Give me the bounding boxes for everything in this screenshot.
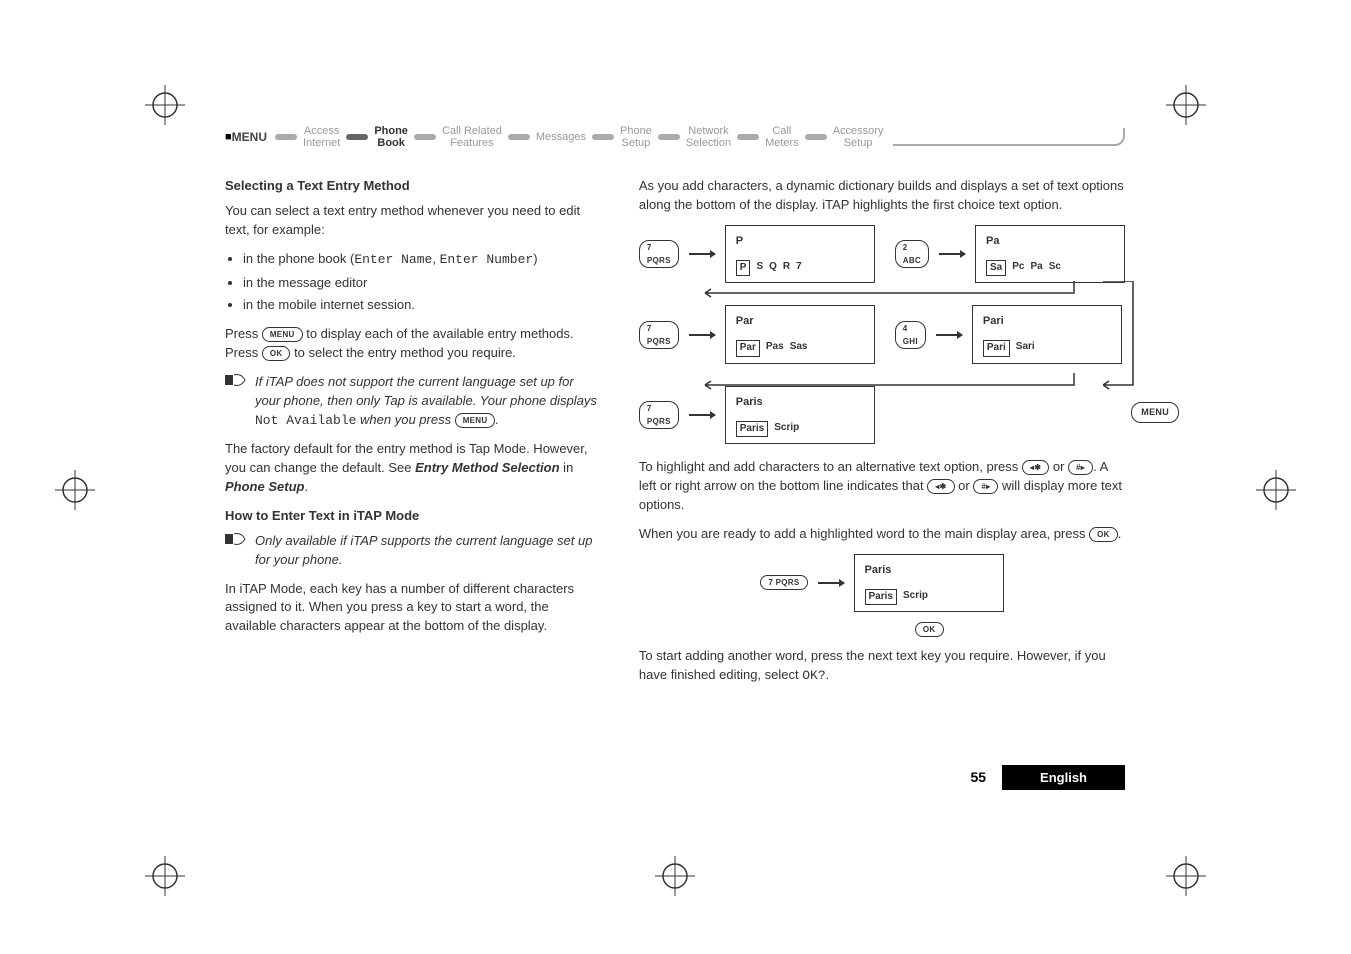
crop-mark: [655, 856, 695, 896]
dictionary-text: As you add characters, a dynamic diction…: [639, 177, 1125, 215]
key-7-icon: 7 PQRS: [639, 240, 679, 268]
nav-accessory-setup: AccessorySetup: [827, 125, 890, 149]
key-4-icon: 4 GHI: [895, 321, 926, 349]
heading-itap: How to Enter Text in iTAP Mode: [225, 507, 599, 526]
nav-connector: [737, 134, 759, 140]
press-instruction: Press MENU to display each of the availa…: [225, 325, 599, 363]
ok-key-icon: OK: [262, 346, 291, 361]
nav-network-selection: NetworkSelection: [680, 125, 737, 149]
menu-feedback-arrow-icon: [1103, 281, 1143, 391]
single-diagram: 7 PQRS Paris ParisScrip OK: [639, 554, 1125, 637]
nav-call-related: Call RelatedFeatures: [436, 125, 508, 149]
ok-key-icon: OK: [915, 622, 944, 637]
page-number: 55: [970, 769, 986, 785]
arrow-icon: [939, 253, 965, 255]
note-itap-language: If iTAP does not support the current lan…: [225, 373, 599, 431]
crop-mark: [55, 470, 95, 510]
nav-connector: [592, 134, 614, 140]
star-key-icon: ◂✱: [1022, 460, 1049, 475]
menu-label: MENU: [232, 130, 267, 144]
crop-mark: [145, 856, 185, 896]
left-column: Selecting a Text Entry Method You can se…: [225, 177, 599, 696]
nav-messages: Messages: [530, 131, 592, 143]
nav-tail: [893, 128, 1125, 146]
language-label: English: [1002, 765, 1125, 790]
note-itap-available: Only available if iTAP supports the curr…: [225, 532, 599, 570]
page-content: ■ MENU AccessInternet PhoneBook Call Rel…: [225, 125, 1125, 696]
feedback-arrow-icon: [699, 281, 1079, 305]
heading-selecting: Selecting a Text Entry Method: [225, 177, 599, 196]
breadcrumb-nav: ■ MENU AccessInternet PhoneBook Call Rel…: [225, 125, 1125, 149]
note-icon: [225, 373, 247, 431]
menu-key-icon: MENU: [262, 327, 303, 342]
arrow-icon: [818, 582, 844, 584]
crop-mark: [145, 85, 185, 125]
screen-paris: Paris ParisScrip: [725, 386, 875, 444]
nav-connector: [275, 134, 297, 140]
nav-access-internet: AccessInternet: [297, 125, 346, 149]
page-footer: 55 English: [970, 765, 1125, 790]
example-list: in the phone book (Enter Name, Enter Num…: [225, 250, 599, 316]
arrow-icon: [689, 334, 715, 336]
hash-key-icon: #▸: [1068, 460, 1093, 475]
screen-pari: Pari PariSari: [972, 305, 1122, 363]
list-item: in the phone book (Enter Name, Enter Num…: [243, 250, 599, 270]
nav-call-meters: CallMeters: [759, 125, 805, 149]
finish-text: To start adding another word, press the …: [639, 647, 1125, 686]
itap-desc: In iTAP Mode, each key has a number of d…: [225, 580, 599, 637]
ready-text: When you are ready to add a highlighted …: [639, 525, 1125, 544]
crop-mark: [1256, 470, 1296, 510]
screen-paris-single: Paris ParisScrip: [854, 554, 1004, 612]
arrow-icon: [689, 414, 715, 416]
screen-pa: Pa SaPcPaSc: [975, 225, 1125, 283]
screen-p: P PSQR7: [725, 225, 875, 283]
arrow-icon: [689, 253, 715, 255]
intro-text: You can select a text entry method whene…: [225, 202, 599, 240]
note-icon: [225, 532, 247, 570]
nav-connector: [414, 134, 436, 140]
key-7-icon: 7 PQRS: [639, 321, 679, 349]
nav-connector: [658, 134, 680, 140]
itap-diagram: 7 PQRS P PSQR7 2 ABC Pa SaPcPaSc: [639, 225, 1125, 444]
nav-phone-setup: PhoneSetup: [614, 125, 658, 149]
nav-connector: [805, 134, 827, 140]
key-2-icon: 2 ABC: [895, 240, 929, 268]
screen-par: Par ParPasSas: [725, 305, 875, 363]
right-column: As you add characters, a dynamic diction…: [639, 177, 1125, 696]
star-key-icon: ◂✱: [927, 479, 954, 494]
nav-bullet: ■: [225, 131, 232, 143]
list-item: in the message editor: [243, 274, 599, 293]
default-text: The factory default for the entry method…: [225, 440, 599, 497]
menu-key-icon: MENU: [455, 413, 496, 428]
hash-key-icon: #▸: [973, 479, 998, 494]
nav-connector: [346, 134, 368, 140]
crop-mark: [1166, 856, 1206, 896]
nav-connector: [508, 134, 530, 140]
menu-key-icon: MENU: [1131, 402, 1179, 423]
crop-mark: [1166, 85, 1206, 125]
key-7-icon: 7 PQRS: [639, 401, 679, 429]
highlight-text: To highlight and add characters to an al…: [639, 458, 1125, 515]
key-7-icon: 7 PQRS: [760, 575, 807, 590]
nav-phone-book: PhoneBook: [368, 125, 414, 149]
ok-key-icon: OK: [1089, 527, 1118, 542]
list-item: in the mobile internet session.: [243, 296, 599, 315]
arrow-icon: [936, 334, 962, 336]
